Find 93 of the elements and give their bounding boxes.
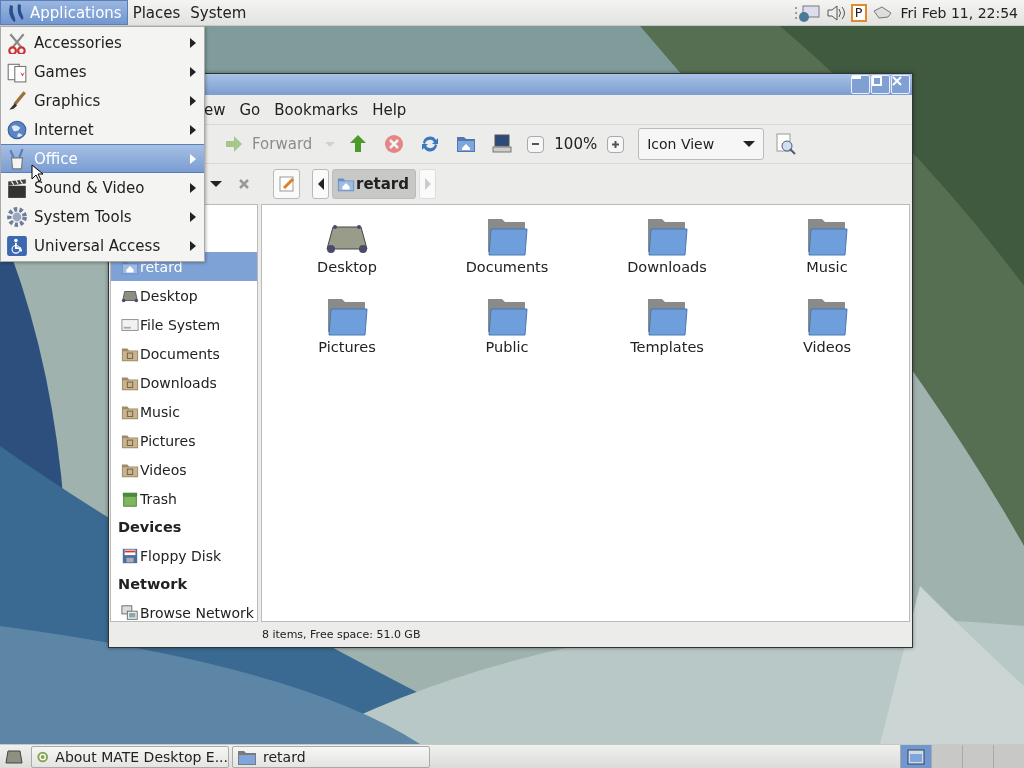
scissors-icon [6,31,28,54]
globe-icon [6,118,28,141]
menu-item[interactable]: Help [365,100,414,119]
menu-item[interactable]: Graphics [1,86,204,115]
sidebar-item[interactable]: Desktop [111,281,257,310]
sidebar-item[interactable]: Documents [111,339,257,368]
sidebar-item[interactable]: Trash [111,484,257,513]
file-item[interactable]: Public [427,297,587,377]
folder-icon [645,217,689,257]
workspace[interactable] [900,744,931,768]
submenu-arrow-icon [190,211,196,222]
minimize-button[interactable] [851,75,870,94]
sidebar-item[interactable]: Browse Network [111,598,257,627]
file-item[interactable]: Desktop [267,217,427,297]
folder-icon [645,297,689,337]
menu-item[interactable]: Games [1,57,204,86]
submenu-arrow-icon [190,37,196,48]
close-button[interactable] [891,75,910,94]
folder-icon [485,297,529,337]
menu-item[interactable]: System Tools [1,202,204,231]
sidebar-item[interactable]: Videos [111,455,257,484]
zoom-level: 100% [554,135,598,153]
sidebar-heading: Network [117,575,189,594]
folder-icon [325,297,369,337]
folder-icon [805,297,849,337]
wheelchair-icon [6,234,28,257]
file-item[interactable]: Documents [427,217,587,297]
maximize-button[interactable] [871,75,890,94]
forward-arrow-icon [224,134,244,154]
sidebar-item[interactable]: File System [111,310,257,339]
folder-icon [805,217,849,257]
folder-icon [485,217,529,257]
menu-item[interactable]: Go [232,100,268,119]
minus-icon [532,143,540,145]
foot-logo-icon [6,1,26,24]
menu-item[interactable]: Accessories [1,28,204,57]
file-item[interactable]: Downloads [587,217,747,297]
submenu-arrow-icon [190,66,196,77]
menu-item[interactable]: Internet [1,115,204,144]
right-arrow-icon [423,178,432,190]
search-icon [775,133,798,155]
menu-item[interactable]: Sound & Video [1,173,204,202]
zoom-out-button[interactable] [527,135,545,153]
view-mode-dropdown[interactable]: Icon View [638,128,765,160]
submenu-arrow-icon [190,153,196,164]
menu-item[interactable]: Bookmarks [267,100,366,119]
caret-icon [210,180,222,188]
window-thumbnail-icon [907,748,925,765]
sidebar-item[interactable]: Music [111,397,257,426]
gear-icon [6,205,28,228]
close-icon [238,178,250,190]
stop-icon [384,134,405,154]
left-arrow-icon [316,178,325,190]
clapperboard-icon [6,176,28,199]
sidebar-heading: Devices [117,518,183,537]
file-item[interactable]: Templates [587,297,747,377]
maximize-icon [872,76,882,86]
minimize-icon [852,76,861,79]
keyboard-indicator[interactable]: P [850,3,867,22]
panel-menu[interactable]: Places [127,0,186,25]
sidebar-item[interactable]: Downloads [111,368,257,397]
panel-menu[interactable]: System [185,0,252,25]
path-back-button[interactable] [312,169,329,199]
pencil-icon [277,175,296,193]
task-button[interactable]: retard [232,745,430,768]
submenu-arrow-icon [190,182,196,193]
submenu-arrow-icon [190,124,196,135]
reload-icon [420,134,441,154]
caret-icon [743,140,756,148]
network-icon [794,2,821,23]
file-item[interactable]: Pictures [267,297,427,377]
edit-location-button[interactable] [273,169,300,199]
volume-icon [824,2,847,23]
task-button[interactable]: About MATE Desktop E... [31,745,229,768]
home-folder-icon [456,134,477,154]
sidebar-item[interactable]: Pictures [111,426,257,455]
plus-icon [612,140,620,148]
clock[interactable]: Fri Feb 11, 22:54 [900,4,1018,21]
submenu-arrow-icon [190,240,196,251]
dropdown-arrow-icon [325,141,336,147]
close-icon [892,76,902,86]
path-button[interactable]: retard [332,169,416,199]
zoom-in-button[interactable] [607,135,625,153]
submenu-arrow-icon [190,95,196,106]
file-item[interactable]: Videos [747,297,907,377]
computer-icon [492,134,513,154]
file-item[interactable]: Music [747,217,907,297]
status-text: 8 items, Free space: 51.0 GB [262,628,421,641]
sidebar-item[interactable]: Floppy Disk [111,541,257,570]
network-computers-icon [121,603,139,622]
mouse-pointer-icon [31,164,43,182]
up-arrow-icon [348,134,369,154]
desktop-icon [5,748,23,765]
